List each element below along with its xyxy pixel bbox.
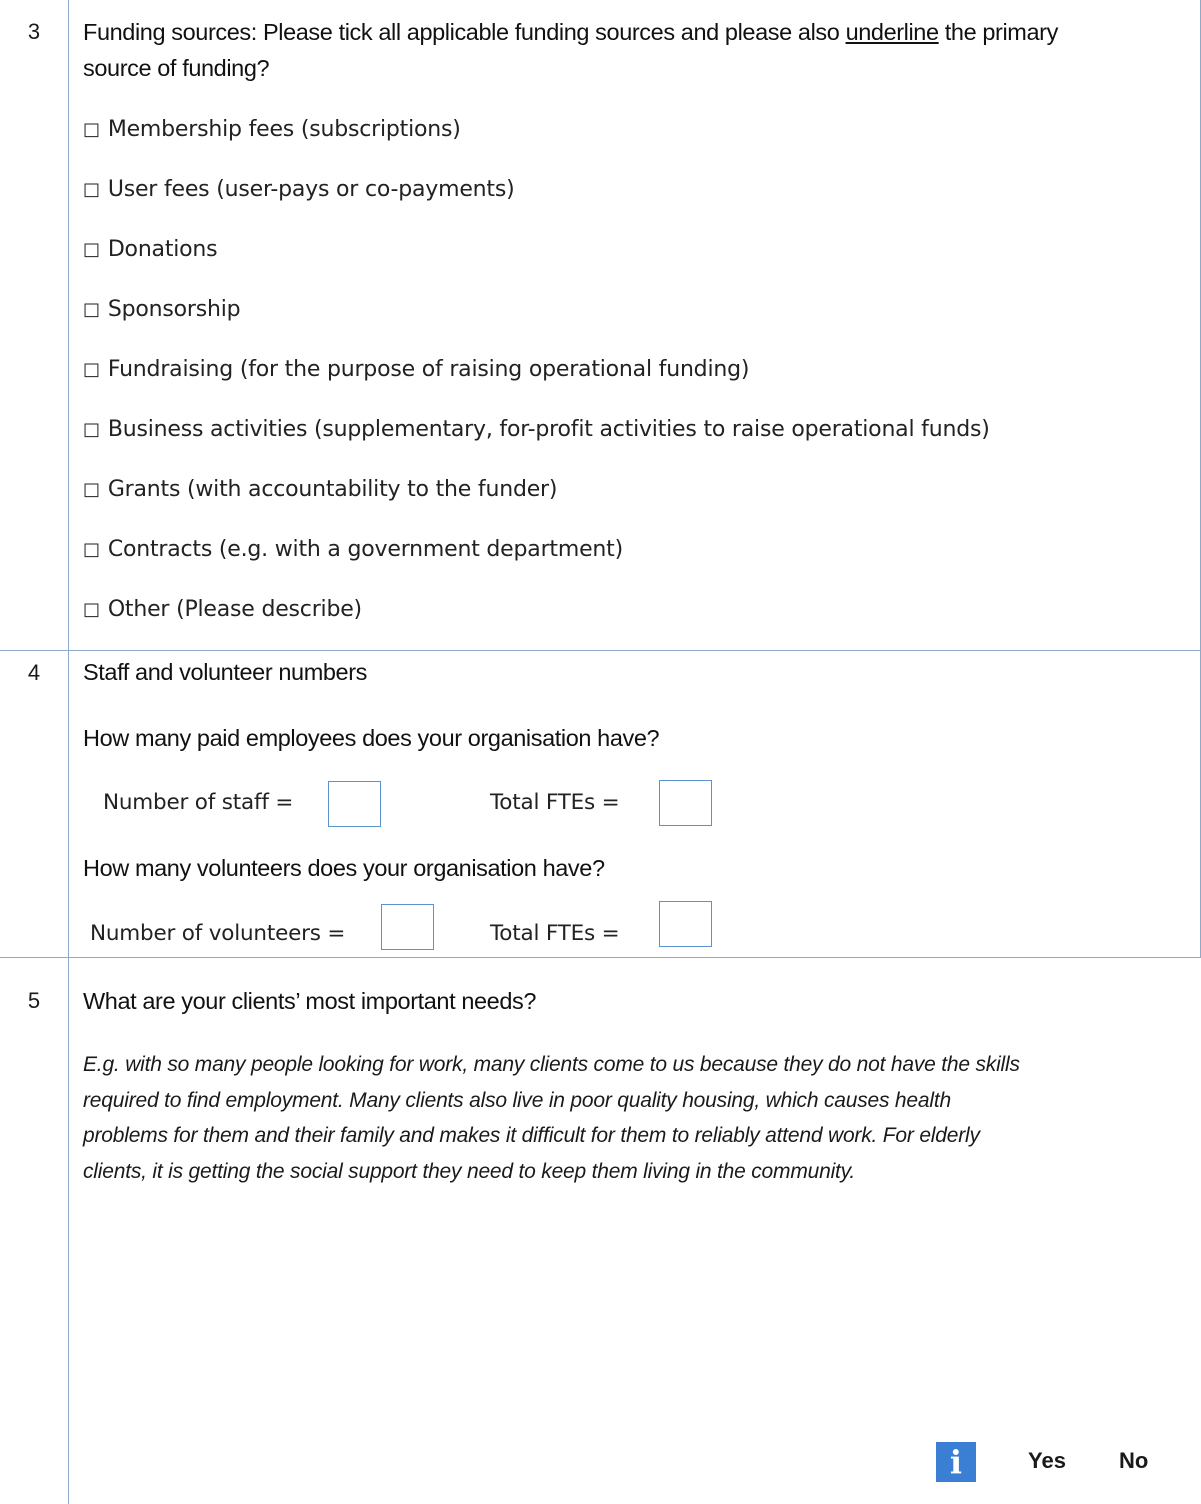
staff-count-label: Number of staff =: [103, 790, 294, 815]
funding-option[interactable]: □ Business activities (supplementary, for…: [83, 415, 990, 446]
checkbox-icon[interactable]: □: [83, 419, 100, 440]
volunteer-fte-input[interactable]: [659, 901, 712, 947]
title-underlined-word: underline: [845, 19, 939, 45]
checkbox-icon[interactable]: □: [83, 239, 100, 260]
option-label: Grants (with accountability to the funde…: [107, 477, 558, 502]
funding-option[interactable]: □ Grants (with accountability to the fund…: [83, 475, 557, 506]
form-page: 3 Funding sources: Please tick all appli…: [0, 0, 1201, 1504]
no-option[interactable]: No: [1119, 1446, 1148, 1476]
question-title: Funding sources: Please tick all applica…: [83, 14, 1058, 50]
volunteer-count-label: Number of volunteers =: [90, 921, 346, 946]
row-number: 3: [27, 19, 41, 44]
option-label: Fundraising (for the purpose of raising …: [107, 357, 750, 382]
example-line: problems for them and their family and m…: [83, 1124, 980, 1147]
example-answer-text: E.g. with so many people looking for wor…: [83, 1047, 1193, 1189]
staff-fte-label: Total FTEs =: [490, 790, 620, 815]
checkbox-icon[interactable]: □: [83, 599, 100, 620]
question-title-line2: source of funding?: [83, 55, 270, 81]
funding-option[interactable]: □ Sponsorship: [83, 295, 241, 326]
checkbox-icon[interactable]: □: [83, 359, 100, 380]
option-label: Donations: [107, 237, 218, 262]
funding-option[interactable]: □ Fundraising (for the purpose of raising…: [83, 355, 749, 386]
question-title: Staff and volunteer numbers: [83, 659, 368, 685]
row-divider: [0, 957, 1201, 958]
info-icon[interactable]: i: [936, 1442, 976, 1482]
volunteer-count-input[interactable]: [381, 904, 434, 950]
column-divider: [68, 0, 69, 1504]
checkbox-icon[interactable]: □: [83, 479, 100, 500]
row-number: 4: [27, 660, 41, 685]
row-number: 5: [27, 988, 41, 1013]
checkbox-icon[interactable]: □: [83, 119, 100, 140]
question-title: What are your clients’ most important ne…: [83, 988, 537, 1014]
option-label: Other (Please describe): [107, 597, 362, 622]
row-divider: [0, 650, 1201, 651]
paid-employees-question: How many paid employees does your organi…: [83, 725, 660, 751]
option-label: Membership fees (subscriptions): [107, 117, 461, 142]
example-line: required to find employment. Many client…: [83, 1088, 951, 1112]
example-line: clients, it is getting the social suppor…: [83, 1159, 856, 1183]
title-text: Funding sources: Please tick all applica…: [83, 19, 846, 45]
option-label: Contracts (e.g. with a government depart…: [107, 537, 623, 562]
funding-option[interactable]: □ Donations: [83, 235, 218, 266]
option-label: Sponsorship: [107, 297, 241, 322]
yes-option[interactable]: Yes: [1028, 1446, 1066, 1476]
funding-option[interactable]: □ Membership fees (subscriptions): [83, 115, 461, 146]
title-text: the primary: [938, 19, 1059, 45]
checkbox-icon[interactable]: □: [83, 539, 100, 560]
volunteers-question: How many volunteers does your organisati…: [83, 855, 605, 881]
volunteer-fte-label: Total FTEs =: [490, 921, 620, 946]
funding-option[interactable]: □ Contracts (e.g. with a government depar…: [83, 535, 623, 566]
example-line: E.g. with so many people looking for wor…: [83, 1053, 1020, 1076]
funding-option[interactable]: □ Other (Please describe): [83, 595, 362, 626]
checkbox-icon[interactable]: □: [83, 299, 100, 320]
funding-option[interactable]: □ User fees (user-pays or co-payments): [83, 175, 515, 206]
staff-fte-input[interactable]: [659, 780, 712, 826]
staff-count-input[interactable]: [328, 781, 381, 827]
checkbox-icon[interactable]: □: [83, 179, 100, 200]
option-label: Business activities (supplementary, for-…: [107, 417, 990, 442]
option-label: User fees (user-pays or co-payments): [107, 177, 515, 202]
